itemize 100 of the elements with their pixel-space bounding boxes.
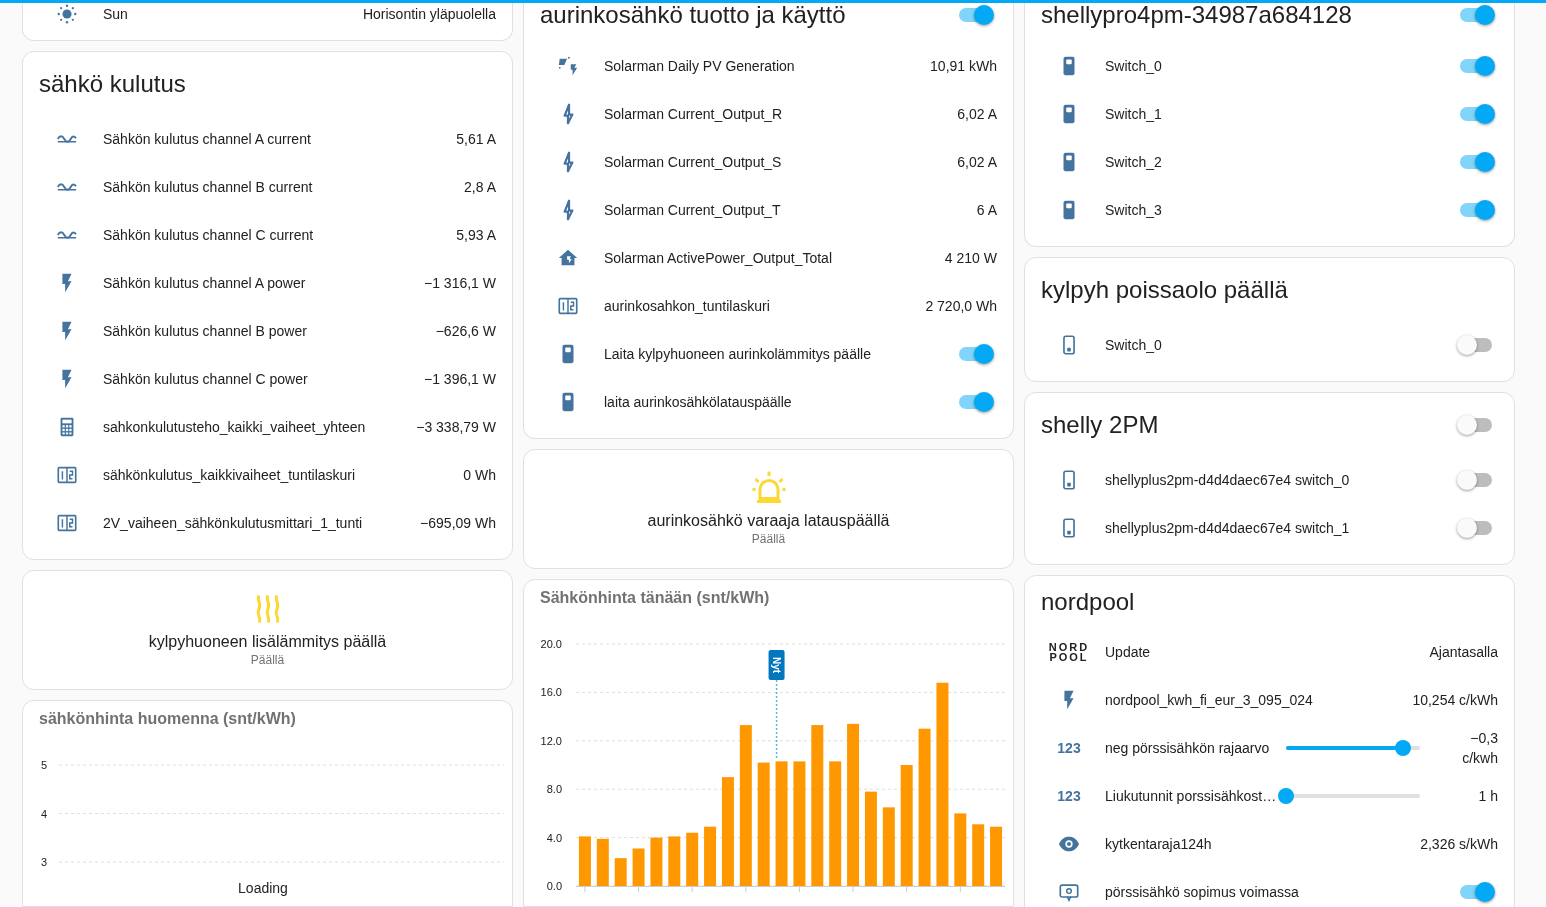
entity-value: −3 338,79 W (416, 419, 496, 435)
entity-value: 2 720,0 Wh (925, 298, 997, 314)
entity-name: neg pörssisähkön rajaarvo (1105, 740, 1271, 756)
entity-value: 6,02 A (957, 106, 997, 122)
slider-handle[interactable] (1394, 740, 1411, 756)
entity-name: Solarman Daily PV Generation (604, 58, 796, 74)
entity-name: laita aurinkosähkölatauspäälle (604, 394, 793, 410)
entity-name: Sähkön kulutus channel B power (103, 323, 308, 339)
now-marker-label: Nyt (768, 650, 785, 680)
entity-value: 1 h (1477, 787, 1498, 806)
entity-value: 5,93 A (456, 227, 496, 243)
entity-value: −695,09 Wh (420, 515, 496, 531)
entity-name: pörssisähkö sopimus voimassa (1105, 884, 1300, 900)
entity-name: Switch_1 (1105, 106, 1163, 122)
counter-icon (56, 464, 78, 486)
button-card[interactable]: kylpyhuoneen lisälämmitys päällä Päällä (22, 570, 513, 690)
chart-bar (686, 832, 699, 886)
card-title: nordpool (1041, 587, 1135, 617)
entity-name: Switch_0 (1105, 337, 1163, 353)
entity-name: Sähkön kulutus channel C power (103, 371, 309, 387)
entity-name: Solarman Current_Output_S (604, 154, 783, 170)
entity-value: −626,6 W (435, 323, 496, 339)
entity-name: Switch_0 (1105, 58, 1163, 74)
axis-label: 8.0 (546, 783, 562, 796)
axis-label: 4 (40, 807, 47, 820)
loading-text: Loading (238, 880, 288, 896)
chart-bar (990, 826, 1003, 886)
card-title: aurinkosähkö tuotto ja käyttö (540, 0, 846, 30)
card-title: shelly 2PM (1041, 409, 1159, 440)
chart-title: Sähkönhinta tänään (snt/kWh) (539, 588, 771, 608)
chart-bar (614, 858, 627, 886)
card-title: kylpyh poissaolo päällä (1041, 274, 1288, 305)
button-label: aurinkosähkö varaaja latauspäällä (647, 512, 890, 530)
chart-bar (972, 824, 985, 886)
chart-bar (668, 836, 681, 886)
chart-bar (578, 836, 591, 886)
axis-label: 4.0 (546, 831, 562, 844)
lightning-icon (562, 199, 574, 221)
entity-name: Sähkön kulutus channel B current (103, 179, 314, 195)
entity-name: Switch_2 (1105, 154, 1163, 170)
entity-name: Laita kylpyhuoneen aurinkolämmitys päälle (604, 346, 872, 362)
sun-icon (56, 3, 78, 25)
numeric-icon: 123 (1057, 788, 1081, 804)
slider-handle[interactable] (1278, 788, 1294, 804)
entity-name: Solarman Current_Output_R (604, 106, 784, 122)
entity-value: Ajantasalla (1429, 644, 1498, 660)
state-text: Päällä (250, 653, 285, 667)
entity-name: nordpool_kwh_fi_eur_3_095_024 (1105, 692, 1314, 708)
entity-name: Solarman ActivePower_Output_Total (604, 250, 833, 266)
entity-name: Solarman Current_Output_T (604, 202, 782, 218)
axis-label: 5 (40, 759, 47, 771)
lightning-icon (562, 151, 574, 173)
entity-name: Sun (103, 6, 129, 22)
entity-name: aurinkosahkon_tuntilaskuri (604, 298, 771, 314)
state-text: Päällä (751, 532, 786, 546)
entity-value: 0 Wh (463, 467, 496, 483)
entity-name: Update (1105, 644, 1152, 660)
counter-icon (557, 295, 579, 317)
counter-icon (56, 512, 78, 534)
axis-label: 16.0 (540, 686, 562, 699)
chart-bar (650, 837, 663, 886)
card-title: sähkö kulutus (39, 68, 186, 99)
chart-bar (632, 848, 645, 886)
card-title: shellypro4pm-34987a684128 (1041, 0, 1352, 30)
entity-name: Switch_3 (1105, 202, 1163, 218)
entity-name: Sähkön kulutus channel C current (103, 227, 315, 243)
lightning-icon (562, 103, 574, 125)
logo: NORD POOL (1048, 642, 1090, 662)
entity-value: −0,3 c/kwh (1461, 729, 1498, 768)
entity-name: shellyplus2pm-d4d4daec67e4 switch_0 (1105, 472, 1351, 488)
entity-name: sahkonkulutusteho_kaikki_vaiheet_yhteen (103, 419, 367, 435)
solar-power-icon (557, 55, 579, 77)
axis-label: 12.0 (540, 734, 562, 747)
entity-value: −1 316,1 W (424, 275, 496, 291)
contract-icon (1058, 881, 1080, 903)
entity-value: 5,61 A (456, 131, 496, 147)
annotation: Nyt (770, 656, 782, 674)
entity-name: kytkentaraja124h (1105, 836, 1213, 852)
button-card[interactable]: aurinkosähkö varaaja latauspäällä Päällä (523, 449, 1014, 569)
entity-name: 2V_vaiheen_sähkönkulutusmittari_1_tunti (103, 515, 364, 531)
button-label: kylpyhuoneen lisälämmitys päällä (148, 633, 387, 651)
entity-name: shellyplus2pm-d4d4daec67e4 switch_1 (1105, 520, 1351, 536)
entity-value: 2,326 s/kWh (1420, 836, 1498, 852)
entity-value: 6,02 A (957, 154, 997, 170)
entity-value: 10,254 c/kWh (1412, 692, 1498, 708)
entity-value: −1 396,1 W (424, 371, 496, 387)
axis-label: 3 (40, 856, 47, 868)
axis-label: 0.0 (546, 880, 562, 892)
numeric-icon: 123 (1057, 740, 1081, 756)
entity-name: Sähkön kulutus channel A power (103, 275, 307, 291)
entity-value: Horisontin yläpuolella (362, 6, 496, 22)
entity-value: 6 A (976, 202, 997, 218)
chart-bar (704, 826, 717, 886)
entity-value: 2,8 A (464, 179, 496, 195)
entity-name: sähkönkulutus_kaikkivaiheet_tuntilaskuri (103, 467, 357, 483)
entity-name: Sähkön kulutus channel A current (103, 131, 312, 147)
axis-label: 20.0 (540, 638, 562, 650)
entity-value: 10,91 kWh (930, 58, 997, 74)
entity-value: 4 210 W (944, 250, 997, 266)
chart-title: sähkönhinta huomenna (snt/kWh) (38, 709, 297, 729)
